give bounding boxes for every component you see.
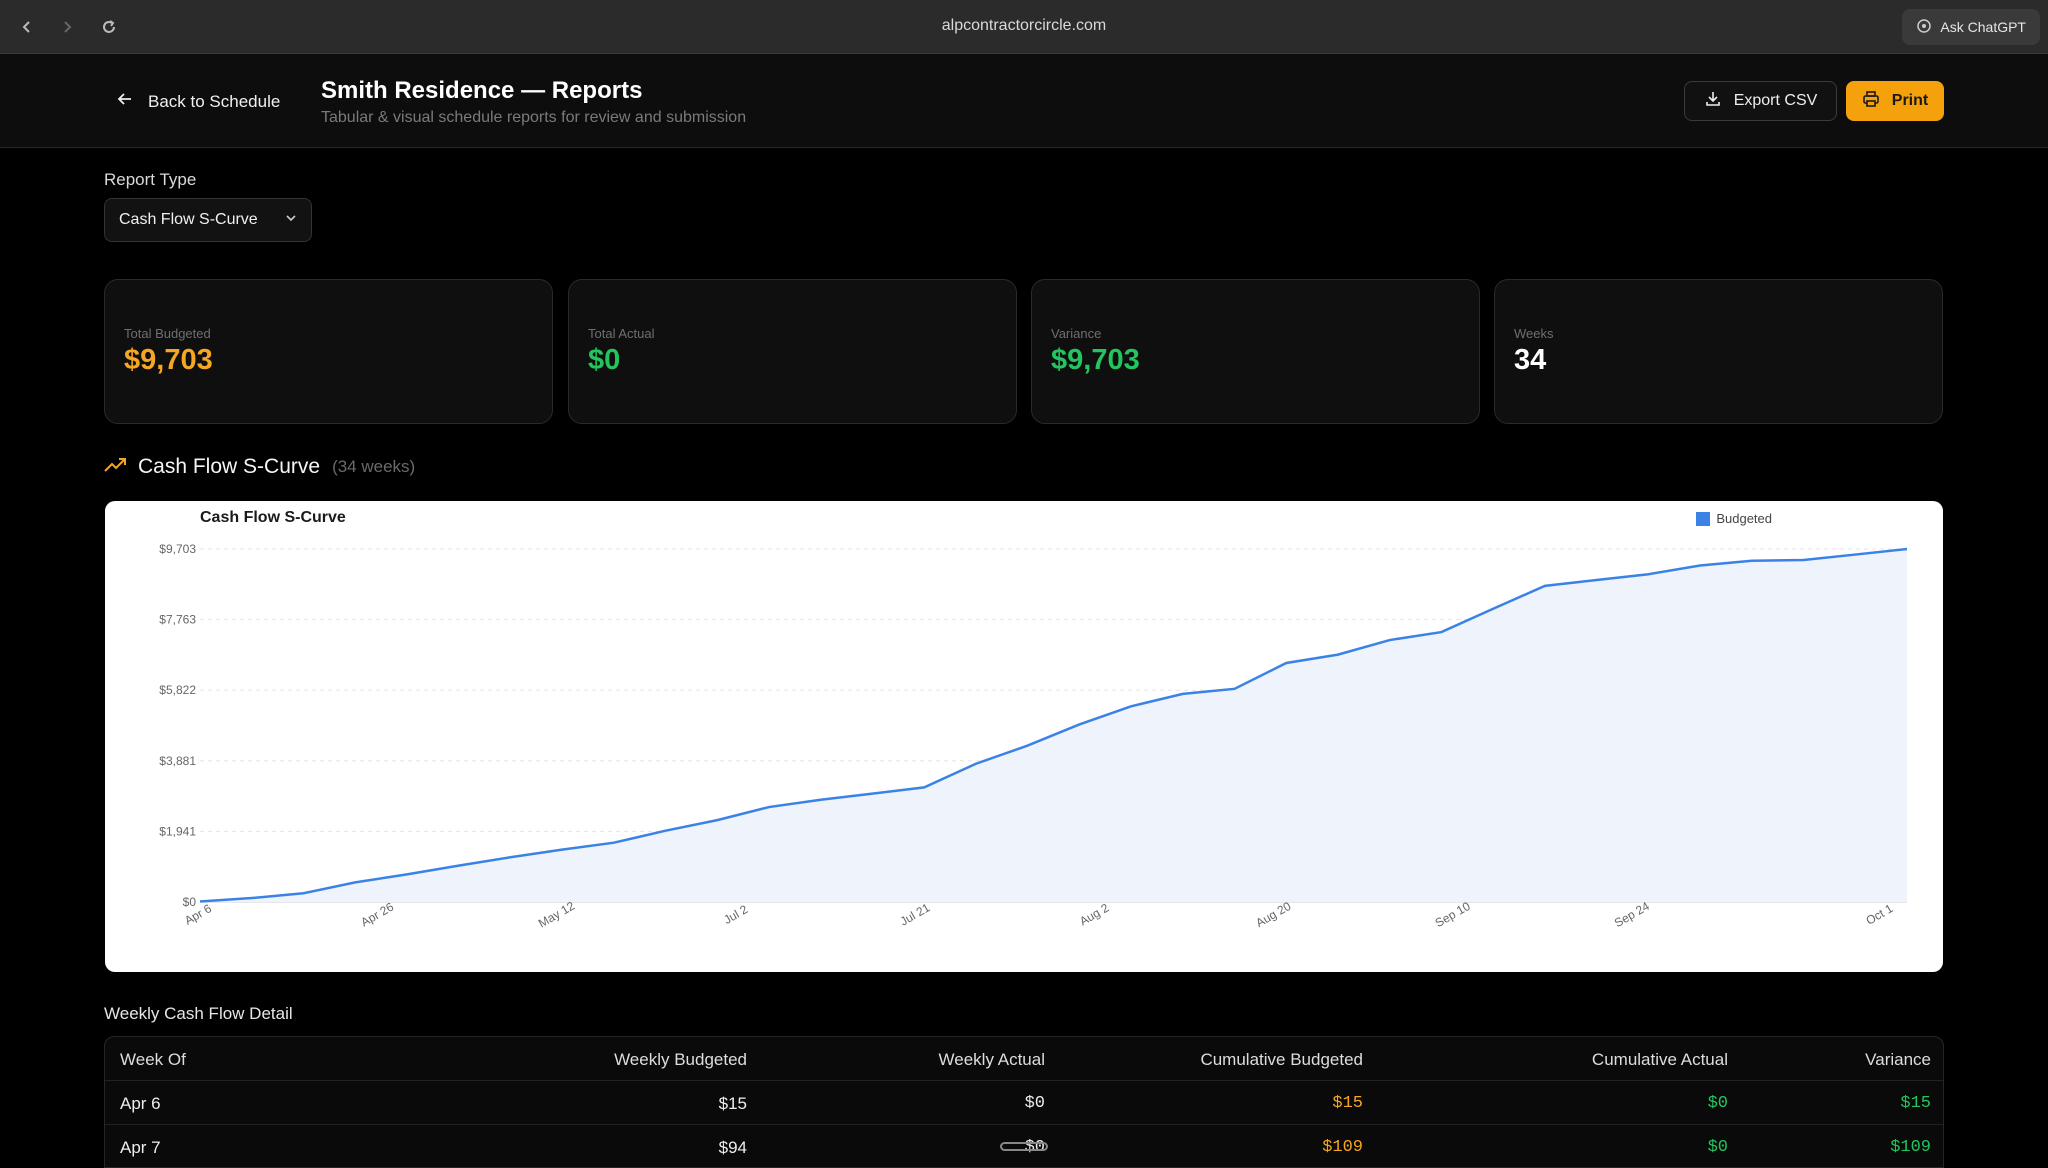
stat-value: $0: [588, 344, 621, 376]
cell-cumulative-actual: $0: [1707, 1138, 1728, 1157]
chevron-down-icon: [285, 211, 297, 229]
cell-variance: $15: [1900, 1094, 1931, 1113]
stat-value: $9,703: [124, 344, 213, 376]
report-type-select[interactable]: Cash Flow S-Curve: [104, 198, 312, 242]
stat-card-total-actual: Total Actual $0: [568, 279, 1017, 424]
legend-label: Budgeted: [1716, 511, 1772, 526]
x-tick-label: Oct 1: [1863, 901, 1895, 928]
print-button[interactable]: Print: [1846, 81, 1944, 121]
column-header: Cumulative Actual: [1591, 1050, 1728, 1069]
page-header: Back to Schedule Smith Residence — Repor…: [0, 54, 2048, 148]
back-to-schedule-label: Back to Schedule: [148, 91, 281, 111]
x-tick-label: Sep 24: [1612, 899, 1652, 930]
y-tick-label: $9,703: [159, 542, 196, 556]
stat-label: Weeks: [1514, 326, 1554, 341]
chatgpt-icon: [1916, 18, 1932, 37]
cell-week: Apr 6: [120, 1094, 161, 1113]
page-title: Smith Residence — Reports: [321, 77, 643, 104]
export-csv-label: Export CSV: [1733, 92, 1818, 109]
x-tick-label: Sep 10: [1433, 899, 1473, 930]
stat-value: 34: [1514, 344, 1547, 376]
chart-title: Cash Flow S-Curve: [200, 509, 346, 526]
stat-value: $9,703: [1051, 344, 1140, 376]
cell-weekly-budgeted: $15: [718, 1094, 747, 1113]
stat-card-variance: Variance $9,703: [1031, 279, 1480, 424]
back-to-schedule-link[interactable]: Back to Schedule: [116, 90, 280, 113]
stat-card-total-budgeted: Total Budgeted $9,703: [104, 279, 553, 424]
print-label: Print: [1891, 92, 1929, 109]
column-header: Week Of: [120, 1050, 186, 1069]
x-tick-label: Jul 21: [898, 900, 933, 928]
y-tick-label: $0: [183, 895, 197, 909]
export-csv-button[interactable]: Export CSV: [1684, 81, 1837, 121]
x-tick-label: Aug 20: [1253, 899, 1293, 930]
report-type-label: Report Type: [104, 170, 197, 189]
chart-plot: $0$1,941$3,881$5,822$7,763$9,703Apr 6 Apr…: [159, 542, 1908, 930]
section-title: Cash Flow S-Curve: [138, 455, 321, 478]
cell-weekly-budgeted: $94: [718, 1138, 747, 1157]
legend-swatch: [1696, 511, 1711, 526]
x-tick-label: Jul 2: [721, 902, 750, 927]
column-header: Cumulative Budgeted: [1200, 1050, 1363, 1069]
printer-icon: [1862, 90, 1880, 113]
page-subtitle: Tabular & visual schedule reports for re…: [321, 109, 747, 126]
cell-weekly-actual: $0: [1024, 1094, 1045, 1113]
table-title: Weekly Cash Flow Detail: [104, 1004, 293, 1023]
x-tick-label: May 12: [536, 898, 577, 930]
arrow-left-icon: [116, 90, 134, 113]
cell-cumulative-budgeted: $15: [1332, 1094, 1363, 1113]
column-header: Variance: [1865, 1050, 1931, 1069]
x-tick-label: Aug 2: [1077, 900, 1111, 928]
cell-cumulative-actual: $0: [1707, 1094, 1728, 1113]
column-header: Weekly Actual: [938, 1050, 1045, 1069]
stat-label: Variance: [1051, 326, 1102, 341]
cell-variance: $109: [1890, 1138, 1931, 1157]
stat-card-weeks: Weeks 34: [1494, 279, 1943, 424]
section-subtitle: (34 weeks): [332, 457, 416, 476]
report-type-value: Cash Flow S-Curve: [119, 211, 258, 228]
series-area-budgeted: [200, 549, 1907, 902]
stat-label: Total Actual: [588, 326, 655, 341]
scroll-indicator[interactable]: [1000, 1142, 1048, 1151]
download-icon: [1704, 90, 1722, 113]
cash-flow-chart: Cash Flow S-Curve Budgeted $0 $1,941 $3,88…: [105, 501, 1943, 972]
table-header-row: Week Of Weekly Budgeted Weekly Actual Cu…: [105, 1037, 1943, 1081]
ask-chatgpt-button[interactable]: Ask ChatGPT: [1902, 9, 2040, 45]
x-tick-label: Apr 26: [358, 899, 396, 929]
cell-cumulative-budgeted: $109: [1322, 1138, 1363, 1157]
chart-legend[interactable]: Budgeted: [1696, 511, 1772, 526]
trending-up-icon: [104, 456, 128, 479]
section-heading: Cash Flow S-Curve (34 weeks): [104, 455, 415, 479]
y-tick-label: $7,763: [159, 613, 196, 627]
y-tick-label: $1,941: [159, 824, 196, 838]
browser-toolbar: alpcontractorcircle.com Ask ChatGPT: [0, 0, 2048, 54]
column-header: Weekly Budgeted: [614, 1050, 747, 1069]
stat-label: Total Budgeted: [124, 326, 211, 341]
address-bar-url[interactable]: alpcontractorcircle.com: [0, 17, 2048, 35]
y-tick-label: $5,822: [159, 683, 196, 697]
y-tick-label: $3,881: [159, 754, 196, 768]
cell-week: Apr 7: [120, 1138, 161, 1157]
ask-chatgpt-label: Ask ChatGPT: [1940, 19, 2026, 35]
table-row[interactable]: Apr 6 $15 $0 $15 $0 $15: [105, 1081, 1943, 1125]
